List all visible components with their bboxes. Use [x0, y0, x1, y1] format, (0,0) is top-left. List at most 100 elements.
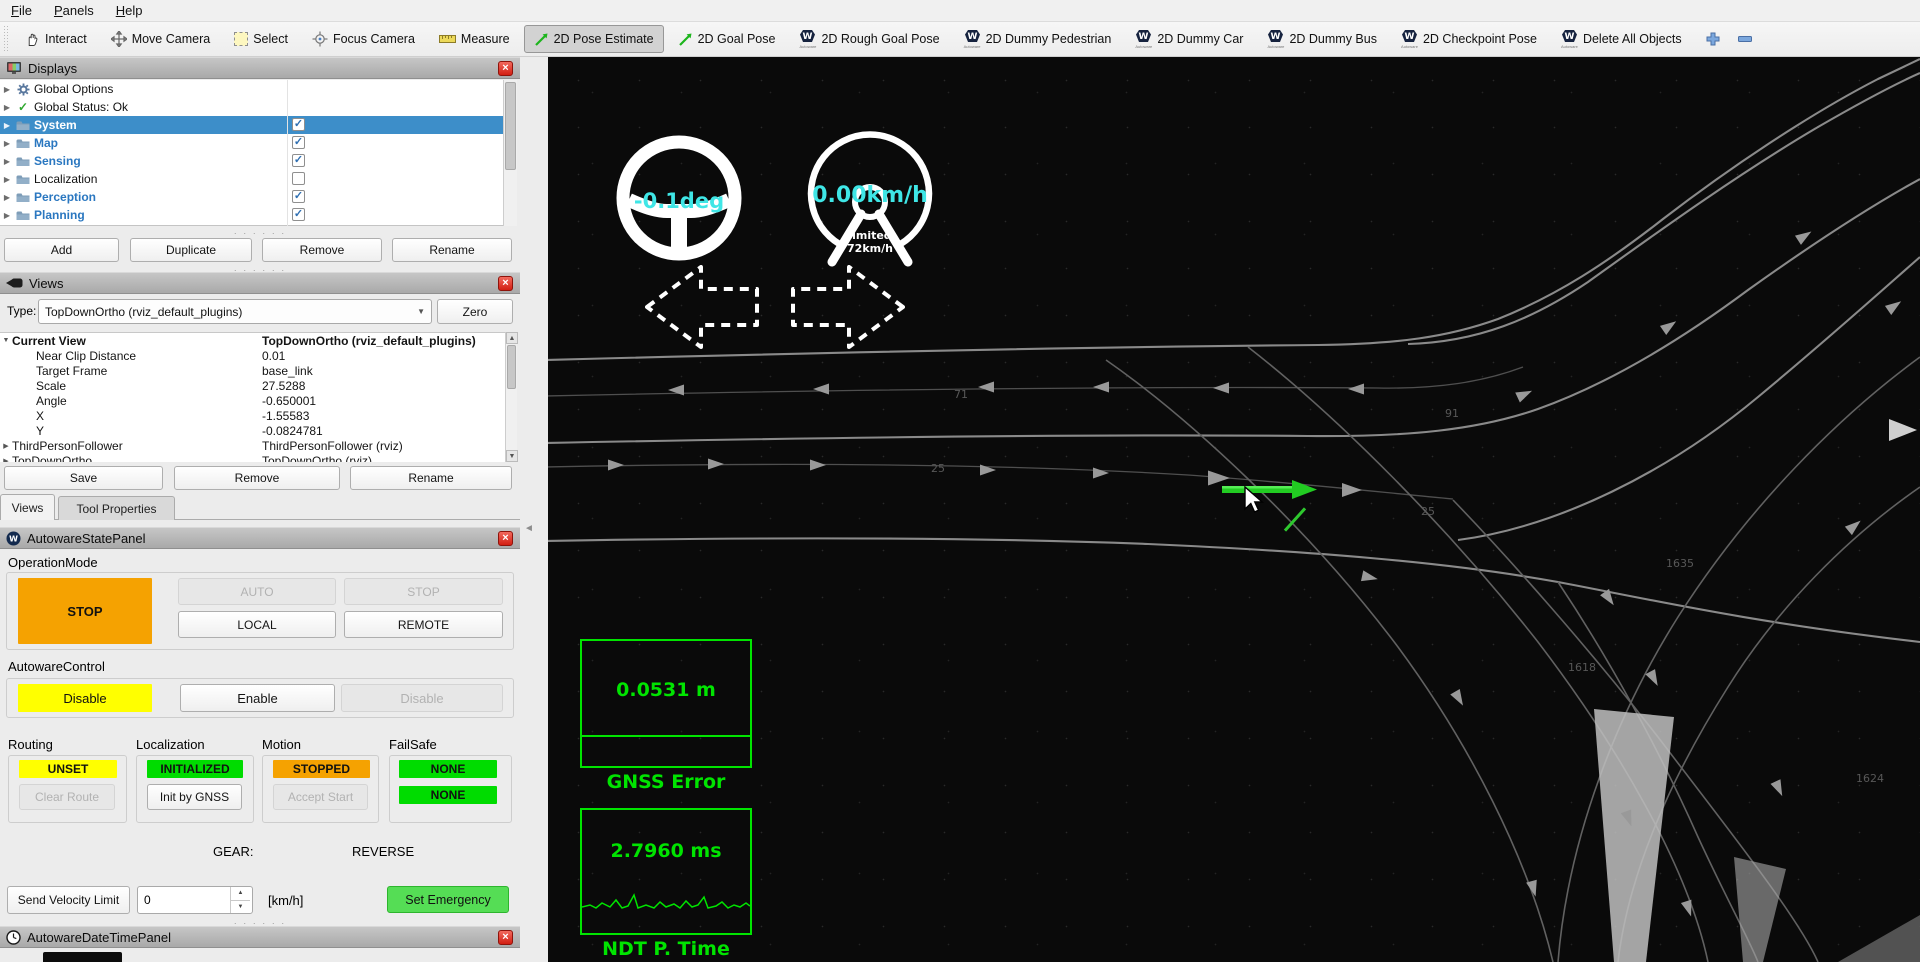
remote-button[interactable]: REMOTE — [344, 611, 503, 638]
autoware-state-panel-header[interactable]: W AutowareStatePanel × — [0, 527, 520, 549]
property-row-near-clip[interactable]: Near Clip Distance 0.01 — [0, 348, 517, 363]
property-row-angle[interactable]: Angle -0.650001 — [0, 393, 517, 408]
expand-icon[interactable]: ▶ — [0, 157, 14, 166]
kmh-unit-label: [km/h] — [268, 893, 303, 908]
expand-icon[interactable]: ▶ — [0, 442, 12, 450]
scroll-down-icon[interactable]: ▼ — [506, 450, 518, 462]
accept-start-button[interactable]: Accept Start — [273, 784, 368, 810]
menu-help[interactable]: Help — [105, 1, 154, 20]
close-icon[interactable]: × — [498, 930, 513, 945]
property-row-target-frame[interactable]: Target Frame base_link — [0, 363, 517, 378]
tool-2d-pose-estimate[interactable]: 2D Pose Estimate — [524, 25, 664, 53]
clear-route-button[interactable]: Clear Route — [19, 784, 115, 810]
expand-icon[interactable]: ▶ — [0, 121, 14, 130]
remove-button[interactable]: Remove — [262, 238, 382, 262]
collapse-icon[interactable]: ▼ — [0, 337, 12, 344]
spin-up-icon[interactable]: ▲ — [231, 887, 250, 900]
view-type-combobox[interactable]: TopDownOrtho (rviz_default_plugins) ▼ — [38, 299, 432, 324]
duplicate-button[interactable]: Duplicate — [130, 238, 252, 262]
property-row-y[interactable]: Y -0.0824781 — [0, 423, 517, 438]
zero-button[interactable]: Zero — [437, 299, 513, 324]
display-row-global-status[interactable]: ▶ ✓ Global Status: Ok — [0, 98, 517, 116]
tool-2d-dummy-bus[interactable]: WAutoware 2D Dummy Bus — [1257, 25, 1387, 53]
property-row-x[interactable]: X -1.55583 — [0, 408, 517, 423]
tool-focus-camera[interactable]: Focus Camera — [302, 25, 425, 53]
add-tool-button[interactable] — [1700, 26, 1726, 52]
views-panel-header[interactable]: Views × — [0, 272, 520, 294]
expand-icon[interactable]: ▶ — [0, 175, 14, 184]
tool-2d-rough-goal-pose[interactable]: WAutoware 2D Rough Goal Pose — [789, 25, 949, 53]
row-checkbox[interactable] — [292, 172, 305, 185]
display-row-global-options[interactable]: ▶ Global Options — [0, 80, 517, 98]
auto-button[interactable]: AUTO — [178, 578, 336, 605]
add-button[interactable]: Add — [4, 238, 119, 262]
svg-text:25: 25 — [931, 462, 945, 475]
display-row-system[interactable]: ▶ System ✓ — [0, 116, 517, 134]
tool-select[interactable]: Select — [224, 25, 298, 53]
tab-tool-properties[interactable]: Tool Properties — [58, 496, 175, 520]
local-button[interactable]: LOCAL — [178, 611, 336, 638]
close-icon[interactable]: × — [498, 61, 513, 76]
row-checkbox[interactable]: ✓ — [292, 118, 305, 131]
display-row-map[interactable]: ▶ Map ✓ — [0, 134, 517, 152]
rename-view-button[interactable]: Rename — [350, 466, 512, 490]
displays-scrollbar[interactable] — [503, 80, 517, 226]
row-checkbox[interactable]: ✓ — [292, 136, 305, 149]
set-emergency-button[interactable]: Set Emergency — [387, 886, 509, 913]
dock-collapse-icon[interactable]: ◄ — [524, 524, 534, 534]
row-checkbox[interactable]: ✓ — [292, 208, 305, 221]
scroll-up-icon[interactable]: ▲ — [506, 332, 518, 344]
tool-2d-checkpoint-pose[interactable]: WAutoware 2D Checkpoint Pose — [1391, 25, 1547, 53]
views-scrollbar[interactable]: ▲ ▼ — [505, 332, 517, 462]
menu-file[interactable]: File — [0, 1, 43, 20]
expand-icon[interactable]: ▶ — [0, 139, 14, 148]
gnss-error-box: 0.0531 m — [580, 639, 752, 768]
datetime-panel-header[interactable]: AutowareDateTimePanel × — [0, 926, 520, 948]
gear-label: GEAR: — [213, 844, 253, 859]
close-icon[interactable]: × — [498, 276, 513, 291]
datetime-panel-title: AutowareDateTimePanel — [27, 930, 171, 945]
display-row-perception[interactable]: ▶ Perception ✓ — [0, 188, 517, 206]
control-disable2-button[interactable]: Disable — [341, 684, 503, 712]
property-row-third-person[interactable]: ▶ThirdPersonFollower ThirdPersonFollower… — [0, 438, 517, 453]
tool-2d-dummy-car[interactable]: WAutoware 2D Dummy Car — [1125, 25, 1253, 53]
save-button[interactable]: Save — [4, 466, 163, 490]
remove-tool-button[interactable] — [1732, 26, 1758, 52]
velocity-limit-input[interactable] — [138, 887, 230, 913]
tool-measure[interactable]: Measure — [429, 25, 520, 53]
control-enable-button[interactable]: Enable — [180, 684, 335, 712]
expand-icon[interactable]: ▶ — [0, 103, 14, 112]
row-checkbox[interactable]: ✓ — [292, 190, 305, 203]
control-disable-button[interactable]: Disable — [18, 684, 152, 712]
rename-button[interactable]: Rename — [392, 238, 512, 262]
tab-views[interactable]: Views — [0, 494, 55, 520]
close-icon[interactable]: × — [498, 531, 513, 546]
tool-interact[interactable]: Interact — [15, 25, 97, 53]
stop-button[interactable]: STOP — [344, 578, 503, 605]
display-row-sensing[interactable]: ▶ Sensing ✓ — [0, 152, 517, 170]
property-row-scale[interactable]: Scale 27.5288 — [0, 378, 517, 393]
expand-icon[interactable]: ▶ — [0, 85, 14, 94]
send-velocity-limit-button[interactable]: Send Velocity Limit — [7, 886, 130, 914]
tool-delete-all-objects[interactable]: WAutoware Delete All Objects — [1551, 25, 1692, 53]
operation-mode-stop-button[interactable]: STOP — [18, 578, 152, 644]
tool-move-camera[interactable]: Move Camera — [101, 25, 221, 53]
expand-icon[interactable]: ▶ — [0, 211, 14, 220]
toolbar-drag-handle[interactable] — [3, 26, 10, 52]
displays-panel-header[interactable]: Displays × — [0, 57, 520, 79]
tool-2d-dummy-pedestrian[interactable]: WAutoware 2D Dummy Pedestrian — [954, 25, 1122, 53]
display-row-planning[interactable]: ▶ Planning ✓ — [0, 206, 517, 224]
remove-view-button[interactable]: Remove — [174, 466, 340, 490]
spin-down-icon[interactable]: ▼ — [231, 900, 250, 914]
tool-2d-goal-pose[interactable]: 2D Goal Pose — [668, 25, 786, 53]
display-row-localization[interactable]: ▶ Localization — [0, 170, 517, 188]
row-checkbox[interactable]: ✓ — [292, 154, 305, 167]
init-by-gnss-button[interactable]: Init by GNSS — [147, 784, 242, 810]
expand-icon[interactable]: ▶ — [0, 193, 14, 202]
property-row-current-view[interactable]: ▼Current View TopDownOrtho (rviz_default… — [0, 333, 517, 348]
expand-icon[interactable]: ▶ — [0, 457, 12, 463]
render-viewport[interactable]: 71 25 91 25 1635 1618 1624 -0.1deg 0.00k… — [548, 57, 1920, 962]
splitter-handle[interactable] — [0, 229, 520, 237]
property-row-topdownortho[interactable]: ▶TopDownOrtho TopDownOrtho (rviz) — [0, 453, 517, 462]
menu-panels[interactable]: Panels — [43, 1, 105, 20]
